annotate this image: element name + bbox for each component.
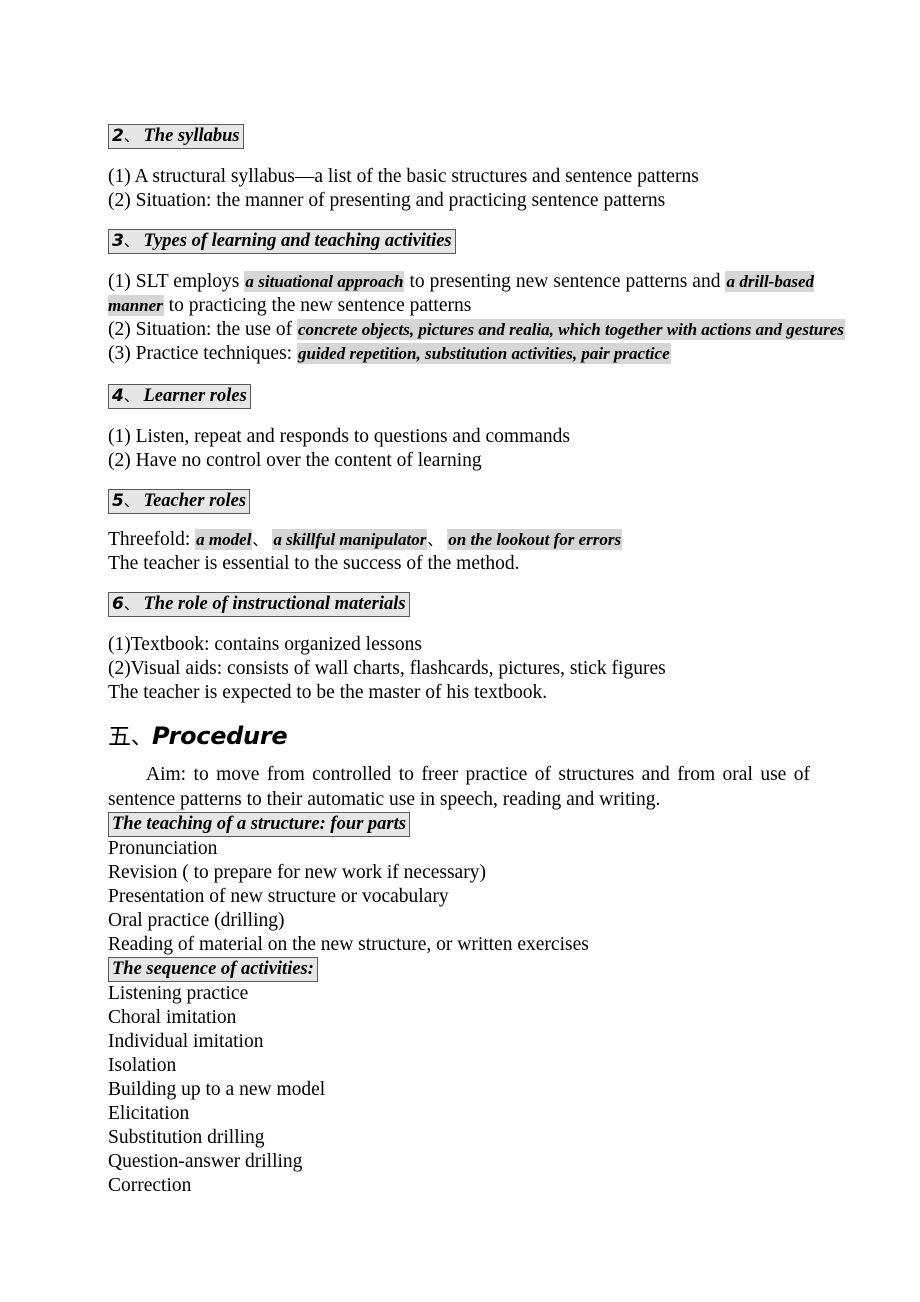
list-item: (2) Have no control over the content of … bbox=[108, 450, 482, 471]
separator: 、 bbox=[252, 531, 268, 549]
boxed-heading-activities: 3、 Types of learning and teaching activi… bbox=[108, 229, 456, 254]
list-item: (2)Visual aids: consists of wall charts,… bbox=[108, 658, 666, 679]
list-item: Individual imitation bbox=[108, 1031, 264, 1052]
list-item: Revision ( to prepare for new work if ne… bbox=[108, 862, 486, 883]
heading-text: Teacher roles bbox=[143, 491, 247, 511]
list-item: Listening practice bbox=[108, 983, 249, 1004]
title-separator: 、 bbox=[131, 725, 152, 749]
list-item: Building up to a new model bbox=[108, 1079, 326, 1100]
heading-number: 2 bbox=[112, 126, 124, 146]
list-item: Reading of material on the new structure… bbox=[108, 934, 589, 955]
document-page: 2、 The syllabus (1) A structural syllabu… bbox=[0, 0, 920, 1302]
procedure-aim-paragraph: Aim: to move from controlled to freer pr… bbox=[108, 764, 810, 810]
heading-number: 6 bbox=[112, 594, 124, 614]
heading-separator: 、 bbox=[123, 595, 139, 613]
heading-separator: 、 bbox=[123, 492, 139, 510]
list-item: Isolation bbox=[108, 1055, 177, 1076]
text-prefix: Threefold: bbox=[108, 529, 196, 550]
list-item: (1) A structural syllabus—a list of the … bbox=[108, 166, 699, 187]
highlight-guided-repetition: guided repetition, substitution activiti… bbox=[296, 343, 671, 364]
highlight-skillful-manipulator: a skillful manipulator bbox=[272, 529, 428, 550]
highlight-a-model: a model bbox=[195, 529, 253, 550]
title-number: 五 bbox=[108, 724, 131, 750]
list-item-situation-use: (2) Situation: the use of concrete objec… bbox=[108, 318, 845, 342]
list-item: Correction bbox=[108, 1175, 192, 1196]
list-item: Presentation of new structure or vocabul… bbox=[108, 886, 449, 907]
page-title-procedure: 五、Procedure bbox=[108, 719, 810, 754]
heading-separator: 、 bbox=[123, 387, 139, 405]
list-item: (1) Listen, repeat and responds to quest… bbox=[108, 426, 570, 447]
highlight-lookout-for-errors: on the lookout for errors bbox=[447, 529, 623, 550]
heading-separator: 、 bbox=[123, 232, 139, 250]
boxed-subheading-four-parts: The teaching of a structure: four parts bbox=[108, 812, 410, 837]
heading-text: Types of learning and teaching activitie… bbox=[143, 231, 452, 251]
section-heading-6: 6、 The role of instructional materials bbox=[108, 592, 810, 617]
list-item-slt-employs: (1) SLT employs a situational approach t… bbox=[108, 270, 814, 318]
section-heading-3: 3、 Types of learning and teaching activi… bbox=[108, 229, 810, 254]
subheading-sequence-activities: The sequence of activities: bbox=[108, 957, 810, 982]
heading-text: The role of instructional materials bbox=[143, 594, 406, 614]
list-item: Question-answer drilling bbox=[108, 1151, 303, 1172]
text-prefix: (3) Practice techniques: bbox=[108, 343, 297, 364]
list-item: Oral practice (drilling) bbox=[108, 910, 285, 931]
highlight-situational-approach: a situational approach bbox=[244, 271, 405, 292]
text-mid: to presenting new sentence patterns and bbox=[404, 271, 726, 292]
highlight-concrete-objects: concrete objects, pictures and realia, w… bbox=[297, 319, 845, 340]
heading-number: 5 bbox=[112, 491, 124, 511]
section-heading-5: 5、 Teacher roles bbox=[108, 489, 810, 514]
boxed-heading-syllabus: 2、 The syllabus bbox=[108, 124, 244, 149]
boxed-heading-teacher-roles: 5、 Teacher roles bbox=[108, 489, 251, 514]
heading-text: Learner roles bbox=[143, 386, 247, 406]
list-item: Elicitation bbox=[108, 1103, 190, 1124]
list-item: (2) Situation: the manner of presenting … bbox=[108, 190, 666, 211]
list-item: Pronunciation bbox=[108, 838, 218, 859]
boxed-heading-instructional-materials: 6、 The role of instructional materials bbox=[108, 592, 410, 617]
heading-number: 3 bbox=[112, 231, 124, 251]
section-heading-4: 4、 Learner roles bbox=[108, 384, 810, 409]
list-item: The teacher is expected to be the master… bbox=[108, 682, 548, 703]
separator: 、 bbox=[427, 531, 443, 549]
text-suffix: to practicing the new sentence patterns bbox=[163, 295, 472, 316]
boxed-heading-learner-roles: 4、 Learner roles bbox=[108, 384, 251, 409]
boxed-subheading-sequence: The sequence of activities: bbox=[108, 957, 318, 982]
list-item: Substitution drilling bbox=[108, 1127, 265, 1148]
text-prefix: (1) SLT employs bbox=[108, 271, 245, 292]
heading-text: The syllabus bbox=[143, 126, 240, 146]
threefold-line: Threefold: a model、 a skillful manipulat… bbox=[108, 528, 810, 552]
heading-separator: 、 bbox=[123, 127, 139, 145]
list-item: Choral imitation bbox=[108, 1007, 237, 1028]
text-prefix: (2) Situation: the use of bbox=[108, 319, 298, 340]
heading-number: 4 bbox=[112, 386, 124, 406]
list-item-practice-techniques: (3) Practice techniques: guided repetiti… bbox=[108, 342, 810, 366]
title-text: Procedure bbox=[152, 722, 288, 750]
teacher-roles-closing: The teacher is essential to the success … bbox=[108, 553, 520, 574]
subheading-teaching-structure: The teaching of a structure: four parts bbox=[108, 812, 810, 837]
section-heading-2: 2、 The syllabus bbox=[108, 124, 810, 149]
list-item: (1)Textbook: contains organized lessons bbox=[108, 634, 422, 655]
